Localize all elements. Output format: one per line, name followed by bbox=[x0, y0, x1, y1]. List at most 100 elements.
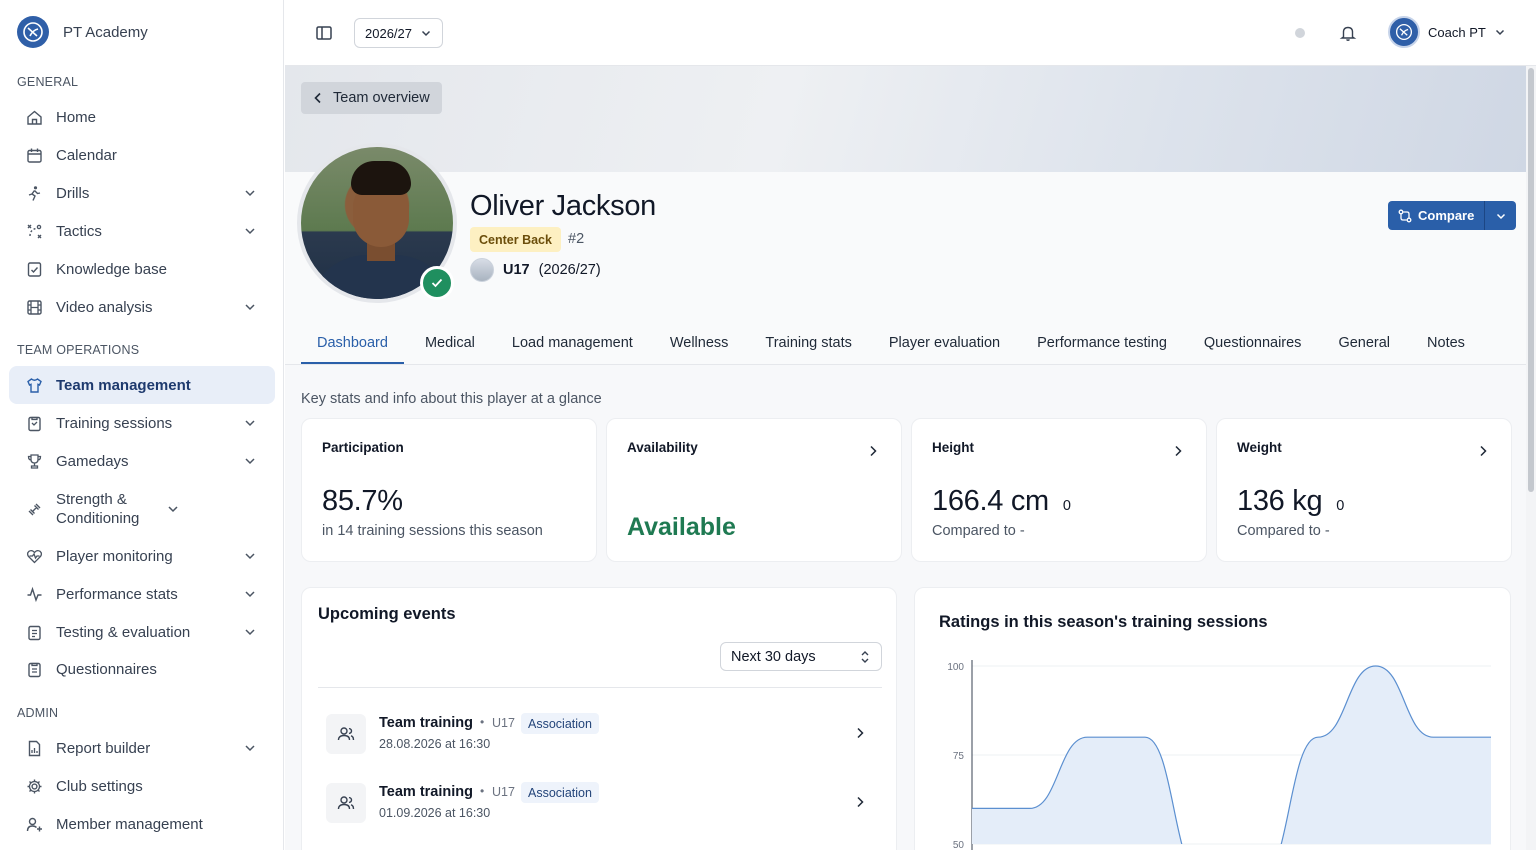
chevron-down-icon bbox=[245, 228, 255, 235]
sidebar-item-label: Member management bbox=[56, 815, 203, 833]
tab-general[interactable]: General bbox=[1322, 328, 1406, 364]
top-bar: 2026/27 Coach PT bbox=[285, 0, 1536, 66]
avatar bbox=[1388, 16, 1420, 48]
compare-icon bbox=[1398, 209, 1412, 222]
shirt-icon bbox=[25, 376, 43, 394]
chevron-down-icon bbox=[245, 591, 255, 598]
y-tick-label: 50 bbox=[953, 840, 965, 850]
stat-title: Participation bbox=[322, 440, 404, 455]
tab-load-management[interactable]: Load management bbox=[496, 328, 649, 364]
tab-dashboard[interactable]: Dashboard bbox=[301, 328, 404, 364]
sidebar-item-member-management[interactable]: Member management bbox=[9, 805, 275, 843]
weight-compared: Compared to - bbox=[1237, 523, 1330, 539]
availability-card[interactable]: Availability Available bbox=[606, 418, 902, 562]
chevron-down-icon bbox=[245, 190, 255, 197]
sidebar-item-questionnaires[interactable]: Questionnaires bbox=[9, 650, 275, 688]
sidebar-item-testing-evaluation[interactable]: Testing & evaluation bbox=[9, 613, 275, 651]
chevron-down-icon bbox=[1496, 213, 1505, 219]
event-title: Team training bbox=[379, 784, 473, 800]
sidebar-item-performance-stats[interactable]: Performance stats bbox=[9, 575, 275, 613]
sidebar-item-club-settings[interactable]: Club settings bbox=[9, 767, 275, 805]
tab-notes[interactable]: Notes bbox=[1411, 328, 1481, 364]
weight-value-row: 136 kg 0 bbox=[1237, 485, 1344, 518]
list-item[interactable]: Team training • U17 Association 28.08.20… bbox=[326, 712, 874, 756]
season-select[interactable]: 2026/27 bbox=[354, 18, 443, 48]
sidebar: PT Academy GENERAL Home Calendar Drills … bbox=[0, 0, 284, 850]
connection-status-dot bbox=[1295, 28, 1305, 38]
sidebar-item-label: Knowledge base bbox=[56, 260, 167, 278]
participation-subtext: in 14 training sessions this season bbox=[322, 523, 543, 539]
main-scrollbar[interactable] bbox=[1526, 66, 1536, 850]
users-icon bbox=[326, 714, 366, 754]
event-date: 01.09.2026 at 16:30 bbox=[379, 806, 491, 820]
compare-button-group: Compare bbox=[1388, 201, 1517, 230]
y-tick-label: 100 bbox=[947, 662, 964, 673]
chevron-right-icon bbox=[1480, 445, 1487, 457]
tab-wellness[interactable]: Wellness bbox=[654, 328, 745, 364]
tab-player-evaluation[interactable]: Player evaluation bbox=[873, 328, 1016, 364]
chevron-down-icon bbox=[245, 745, 255, 752]
calendar-icon bbox=[25, 146, 43, 164]
event-team: U17 bbox=[492, 716, 515, 730]
back-to-team-overview-button[interactable]: Team overview bbox=[301, 82, 442, 114]
availability-value: Available bbox=[627, 513, 736, 541]
sidebar-item-report-builder[interactable]: Report builder bbox=[9, 729, 275, 767]
chevron-down-icon bbox=[245, 458, 255, 465]
sidebar-item-training-sessions[interactable]: Training sessions bbox=[9, 404, 275, 442]
report-icon bbox=[25, 739, 43, 757]
sidebar-item-strength-conditioning[interactable]: Strength & Conditioning bbox=[9, 485, 275, 533]
events-divider bbox=[318, 687, 882, 688]
sidebar-item-player-monitoring[interactable]: Player monitoring bbox=[9, 537, 275, 575]
height-value: 166.4 cm bbox=[932, 485, 1049, 517]
event-range-select[interactable]: Next 30 days bbox=[720, 642, 882, 671]
height-value-row: 166.4 cm 0 bbox=[932, 485, 1071, 518]
user-menu[interactable]: Coach PT bbox=[1388, 16, 1506, 48]
sidebar-item-label: Home bbox=[56, 108, 97, 126]
chevron-down-icon bbox=[1495, 29, 1504, 36]
sidebar-item-team-management[interactable]: Team management bbox=[9, 366, 275, 404]
sidebar-item-label: Calendar bbox=[56, 146, 117, 164]
user-name: Coach PT bbox=[1428, 24, 1486, 40]
sidebar-item-tactics[interactable]: Tactics bbox=[9, 212, 275, 250]
participation-card: Participation 85.7% in 14 training sessi… bbox=[301, 418, 597, 562]
sidebar-item-label: Testing & evaluation bbox=[56, 623, 191, 641]
available-check-icon bbox=[420, 266, 454, 300]
users-icon bbox=[326, 783, 366, 823]
sidebar-item-label: Training sessions bbox=[56, 414, 173, 432]
bell-icon[interactable] bbox=[1339, 24, 1357, 42]
separator-dot: • bbox=[480, 715, 485, 729]
scrollbar-thumb[interactable] bbox=[1528, 68, 1534, 492]
weight-delta: 0 bbox=[1336, 498, 1345, 514]
sidebar-item-label: Video analysis bbox=[56, 298, 153, 316]
chevron-right-icon bbox=[857, 796, 864, 808]
tab-performance-testing[interactable]: Performance testing bbox=[1021, 328, 1183, 364]
height-delta: 0 bbox=[1062, 498, 1071, 514]
sidebar-item-drills[interactable]: Drills bbox=[9, 174, 275, 212]
weight-card[interactable]: Weight 136 kg 0 Compared to - bbox=[1216, 418, 1512, 562]
brand[interactable]: PT Academy bbox=[17, 16, 148, 48]
sidebar-item-knowledge-base[interactable]: Knowledge base bbox=[9, 250, 275, 288]
sidebar-item-gamedays[interactable]: Gamedays bbox=[9, 442, 275, 480]
sidebar-item-home[interactable]: Home bbox=[9, 98, 275, 136]
tab-questionnaires[interactable]: Questionnaires bbox=[1188, 328, 1318, 364]
sidebar-toggle-icon[interactable] bbox=[315, 24, 333, 42]
gear-icon bbox=[25, 777, 43, 795]
compare-options-button[interactable] bbox=[1484, 201, 1517, 230]
main-content: Team overview Oliver Jackson Center Back… bbox=[285, 66, 1526, 850]
sidebar-item-video-analysis[interactable]: Video analysis bbox=[9, 288, 275, 326]
event-tag: Association bbox=[521, 713, 599, 734]
profile-tabs: Dashboard Medical Load management Wellne… bbox=[301, 328, 1486, 364]
sidebar-item-label: Player monitoring bbox=[56, 547, 173, 565]
list-item[interactable]: Team training • U17 Association 01.09.20… bbox=[326, 781, 874, 825]
home-icon bbox=[25, 108, 43, 126]
compare-button[interactable]: Compare bbox=[1388, 201, 1485, 230]
chevron-down-icon bbox=[168, 506, 178, 513]
tab-training-stats[interactable]: Training stats bbox=[749, 328, 868, 364]
position-badge: Center Back bbox=[470, 227, 561, 252]
sidebar-item-calendar[interactable]: Calendar bbox=[9, 136, 275, 174]
sidebar-item-label: Drills bbox=[56, 184, 90, 202]
chevron-up-down-icon bbox=[861, 650, 869, 663]
section-team-operations: TEAM OPERATIONS bbox=[17, 343, 140, 357]
height-card[interactable]: Height 166.4 cm 0 Compared to - bbox=[911, 418, 1207, 562]
tab-medical[interactable]: Medical bbox=[409, 328, 491, 364]
